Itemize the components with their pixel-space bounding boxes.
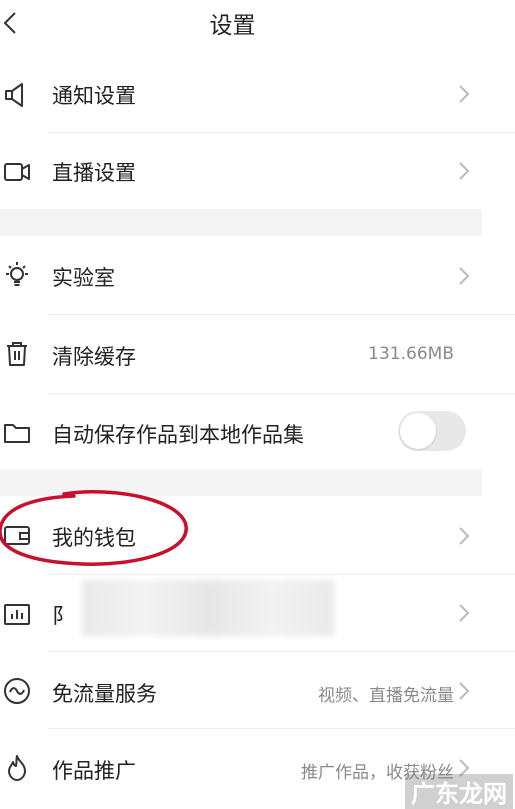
folder-icon <box>4 424 30 443</box>
flame-icon <box>8 755 26 781</box>
row-free-data-service[interactable]: 免流量服务 视频、直播免流量 <box>0 652 482 728</box>
row-label: 作品推广 <box>52 759 136 783</box>
chevron-right-icon <box>459 682 470 700</box>
megaphone-icon <box>5 83 23 107</box>
row-notification-settings[interactable]: 通知设置 <box>0 56 482 132</box>
row-label: 清除缓存 <box>52 345 136 369</box>
row-live-settings[interactable]: 直播设置 <box>0 133 482 209</box>
row-label: 直播设置 <box>52 161 136 185</box>
cache-size-value: 131.66MB <box>368 344 454 364</box>
trash-icon <box>7 342 27 366</box>
chart-icon <box>4 604 30 625</box>
site-watermark: 广东龙网 <box>405 774 513 809</box>
row-label: 实验室 <box>52 266 115 290</box>
top-bar: 设置 <box>0 0 515 46</box>
chevron-right-icon <box>459 604 470 622</box>
row-label: 自动保存作品到本地作品集 <box>52 423 304 447</box>
infinity-icon <box>4 678 30 704</box>
row-auto-save: 自动保存作品到本地作品集 <box>0 394 482 470</box>
red-annotation-circle <box>0 490 188 566</box>
section-gap <box>0 209 482 236</box>
free-data-value: 视频、直播免流量 <box>318 686 454 706</box>
chevron-right-icon <box>459 85 470 103</box>
row-label: 通知设置 <box>52 84 136 108</box>
auto-save-toggle[interactable] <box>398 411 466 451</box>
chevron-right-icon <box>459 267 470 285</box>
blurred-redaction <box>82 580 334 636</box>
video-camera-icon <box>4 163 30 181</box>
row-lab[interactable]: 实验室 <box>0 236 482 314</box>
toggle-knob <box>400 413 436 449</box>
light-bulb-icon <box>6 262 28 286</box>
chevron-right-icon <box>459 527 470 545</box>
chevron-right-icon <box>459 162 470 180</box>
row-clear-cache[interactable]: 清除缓存 131.66MB <box>0 315 482 393</box>
page-title: 设置 <box>209 13 256 39</box>
row-label: 阝 <box>52 604 73 628</box>
row-label: 免流量服务 <box>52 682 157 706</box>
